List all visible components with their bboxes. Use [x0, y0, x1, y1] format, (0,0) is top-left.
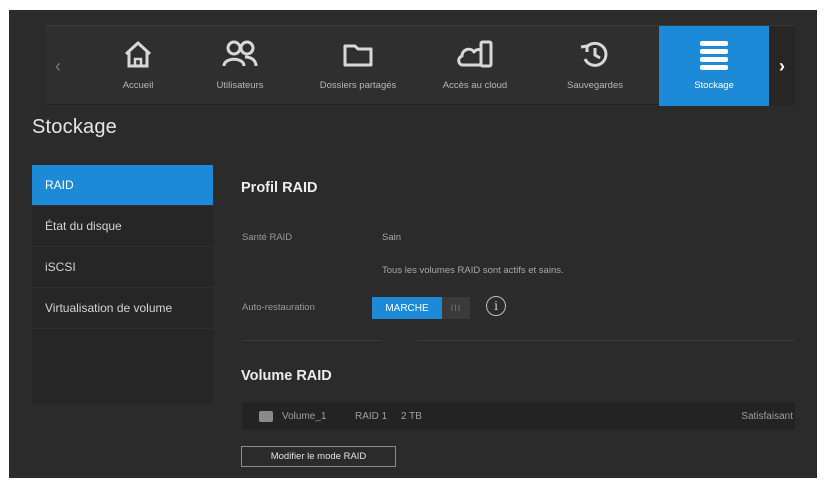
nas-dashboard-screen: ‹ Accueil Utilisateurs Dossiers partagés [9, 10, 817, 478]
users-icon [222, 40, 258, 67]
nav-label: Accès au cloud [442, 80, 508, 91]
auto-restore-label: Auto-restauration [242, 302, 315, 313]
divider [242, 340, 382, 341]
raid-health-detail: Tous les volumes RAID sont actifs et sai… [382, 265, 564, 276]
nav-next-arrow[interactable]: › [769, 26, 795, 106]
nav-item-acces-cloud[interactable]: Accès au cloud [425, 26, 525, 106]
nav-label: Accueil [122, 80, 154, 91]
divider [417, 340, 795, 341]
nav-label: Dossiers partagés [319, 80, 397, 91]
nav-label: Utilisateurs [216, 80, 264, 91]
backup-history-icon [580, 41, 608, 67]
folder-icon [343, 44, 373, 67]
sidebar: RAID État du disque iSCSI Virtualisation… [32, 165, 213, 405]
nav-prev-arrow[interactable]: ‹ [45, 26, 71, 106]
sidebar-item-virtualisation[interactable]: Virtualisation de volume [32, 288, 213, 329]
volume-size: 2 TB [401, 410, 422, 422]
disk-icon [259, 410, 273, 422]
raid-profile-title: Profil RAID [241, 180, 318, 196]
nav-item-dossiers-partages[interactable]: Dossiers partagés [308, 26, 408, 106]
toggle-on-label: MARCHE [372, 297, 442, 319]
cloud-device-icon [457, 40, 493, 68]
volume-name: Volume_1 [282, 410, 327, 422]
modify-raid-mode-button[interactable]: Modifier le mode RAID [241, 446, 396, 467]
raid-health-label: Santé RAID [242, 232, 293, 243]
nav-label: Sauvegardes [567, 80, 623, 91]
top-navigation: ‹ Accueil Utilisateurs Dossiers partagés [45, 25, 795, 106]
nav-item-stockage[interactable]: Stockage [659, 26, 769, 106]
nav-item-sauvegardes[interactable]: Sauvegardes [550, 26, 640, 106]
nav-item-utilisateurs[interactable]: Utilisateurs [195, 26, 285, 106]
sidebar-item-raid[interactable]: RAID [32, 165, 213, 206]
auto-restore-toggle[interactable]: MARCHE III [372, 297, 470, 319]
storage-icon [700, 41, 728, 70]
table-row[interactable]: Volume_1 RAID 1 2 TB Satisfaisant [242, 402, 795, 430]
nav-item-accueil[interactable]: Accueil [93, 26, 183, 106]
sidebar-item-iscsi[interactable]: iSCSI [32, 247, 213, 288]
info-icon[interactable]: i [486, 296, 506, 316]
raid-health-value: Sain [382, 232, 402, 243]
sidebar-item-etat-disque[interactable]: État du disque [32, 206, 213, 247]
toggle-grip-icon: III [450, 303, 462, 313]
volume-status: Satisfaisant [741, 410, 793, 422]
nav-label: Stockage [694, 80, 734, 91]
volume-raid-level: RAID 1 [355, 410, 388, 422]
raid-volume-title: Volume RAID [241, 368, 332, 384]
home-icon [124, 41, 152, 68]
page-title: Stockage [32, 116, 117, 138]
